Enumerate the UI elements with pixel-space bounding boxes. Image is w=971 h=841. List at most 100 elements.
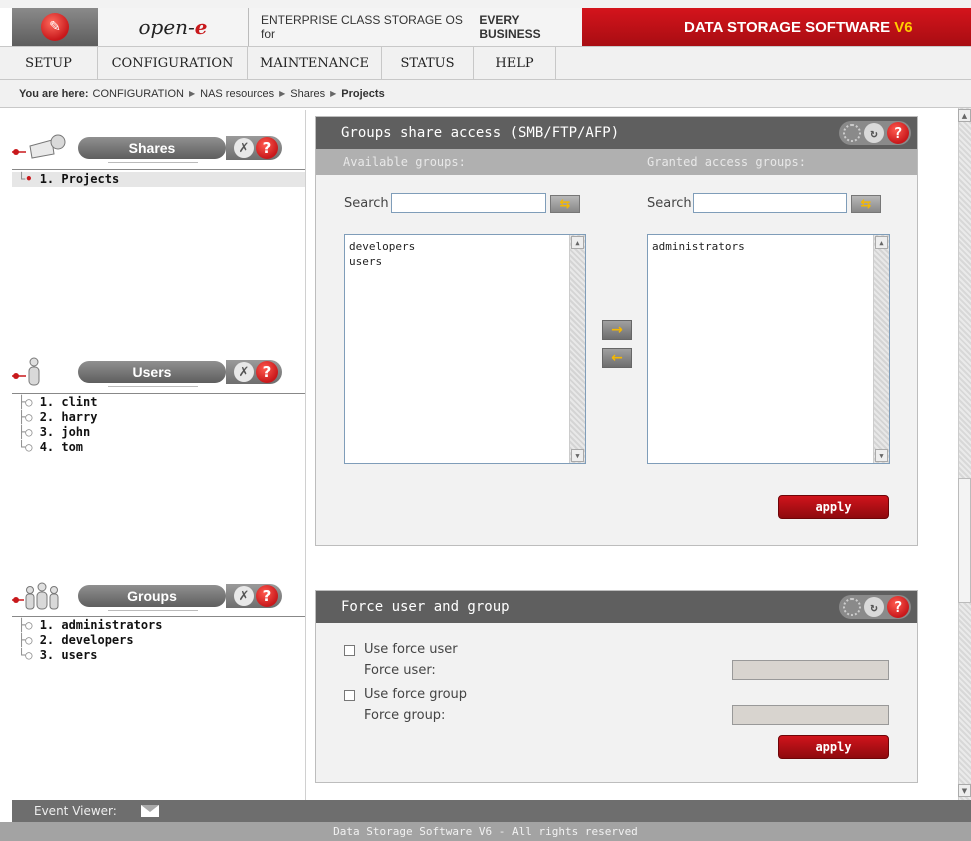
tree-divider	[12, 169, 305, 170]
groups-people-icon	[12, 582, 59, 610]
force-group-label: Force group:	[364, 708, 446, 723]
groups-share-access-panel: Groups share access (SMB/FTP/AFP) ↻ ? Av…	[315, 116, 918, 546]
apply-button[interactable]: apply	[778, 495, 889, 519]
event-viewer-bar: Event Viewer:	[12, 800, 971, 822]
force-group-input[interactable]	[732, 705, 889, 725]
use-force-group-checkbox[interactable]	[344, 690, 355, 701]
section-underline	[108, 610, 198, 611]
event-viewer-label: Event Viewer:	[34, 804, 117, 818]
breadcrumb-arrow-icon: ▶	[330, 89, 337, 98]
tree-item[interactable]: └• 1. Projects	[12, 172, 305, 187]
refresh-icon[interactable]: ↻	[864, 123, 884, 143]
nav-setup[interactable]: SETUP	[0, 47, 98, 79]
logo-box[interactable]: ✎	[12, 8, 98, 46]
app-logo-icon: ✎	[41, 13, 69, 41]
tree-item[interactable]: └○ 4. tom	[18, 440, 97, 455]
use-force-group-label: Use force group	[364, 687, 468, 702]
tree-item[interactable]: ├○ 2. harry	[18, 410, 97, 425]
apply-button[interactable]: apply	[778, 735, 889, 759]
nav-maintenance[interactable]: MAINTENANCE	[248, 47, 382, 79]
section-underline	[108, 386, 198, 387]
scroll-down-icon[interactable]: ▼	[571, 449, 584, 462]
list-item[interactable]: administrators	[648, 239, 889, 254]
brand-text: open-	[138, 15, 195, 39]
list-scrollbar[interactable]: ▲ ▼	[873, 235, 889, 463]
available-groups-label: Available groups:	[343, 155, 466, 169]
product-title: DATA STORAGE SOFTWARE V6	[582, 8, 971, 46]
granted-groups-list[interactable]: administrators ▲ ▼	[647, 234, 890, 464]
users-title: Users	[78, 361, 226, 383]
settings-icon[interactable]	[843, 124, 861, 142]
users-tree: ├○ 1. clint ├○ 2. harry ├○ 3. john └○ 4.…	[18, 395, 97, 455]
page-scrollbar-thumb[interactable]	[958, 478, 971, 603]
scroll-up-icon[interactable]: ▲	[571, 236, 584, 249]
tree-item[interactable]: ├○ 2. developers	[18, 633, 163, 648]
remove-group-arrow-button[interactable]: ←	[602, 348, 632, 368]
tree-item[interactable]: └○ 3. users	[18, 648, 163, 663]
force-user-label: Force user:	[364, 663, 436, 678]
scroll-down-icon[interactable]: ▼	[958, 784, 971, 797]
product-version: V6	[894, 18, 913, 36]
available-search-button[interactable]: ⇆	[550, 195, 580, 213]
wrench-icon[interactable]: ✗	[234, 362, 254, 382]
tree-item[interactable]: ├○ 1. clint	[18, 395, 97, 410]
use-force-user-checkbox[interactable]	[344, 645, 355, 656]
breadcrumb-item[interactable]: Shares	[290, 88, 325, 100]
refresh-icon[interactable]: ↻	[864, 597, 884, 617]
panel-title: Force user and group ↻ ?	[316, 591, 917, 623]
tree-item[interactable]: ├○ 3. john	[18, 425, 97, 440]
tagline-bold: EVERY BUSINESS	[479, 13, 541, 41]
breadcrumb-prefix: You are here:	[19, 87, 89, 100]
group-name: 3. users	[39, 648, 98, 662]
wrench-icon[interactable]: ✗	[234, 138, 254, 158]
help-icon[interactable]: ?	[256, 137, 278, 159]
tagline: ENTERPRISE CLASS STORAGE OS for EVERY BU…	[248, 8, 582, 46]
add-group-arrow-button[interactable]: →	[602, 320, 632, 340]
envelope-icon[interactable]	[140, 805, 159, 817]
shares-tree: └• 1. Projects	[12, 172, 305, 187]
users-tools: ✗ ?	[226, 360, 282, 384]
copyright-footer: Data Storage Software V6 - All rights re…	[0, 822, 971, 841]
nav-status[interactable]: STATUS	[382, 47, 474, 79]
available-groups-list[interactable]: developers users ▲ ▼	[344, 234, 586, 464]
top-strip	[0, 0, 971, 8]
panel-title-text: Force user and group	[341, 599, 510, 615]
nav-help[interactable]: HELP	[474, 47, 556, 79]
page-scrollbar[interactable]	[958, 108, 971, 800]
scroll-up-icon[interactable]: ▲	[958, 109, 971, 122]
share-name: 1. Projects	[39, 172, 120, 186]
shares-section-header: Shares ✗ ?	[12, 128, 305, 163]
user-name: 3. john	[39, 425, 91, 439]
scroll-up-icon[interactable]: ▲	[875, 236, 888, 249]
tree-item[interactable]: ├○ 1. administrators	[18, 618, 163, 633]
product-name: DATA STORAGE SOFTWARE	[684, 18, 891, 36]
nav-configuration[interactable]: CONFIGURATION	[98, 47, 248, 79]
breadcrumb-arrow-icon: ▶	[279, 89, 286, 98]
list-item[interactable]: users	[345, 254, 585, 269]
breadcrumb-item[interactable]: NAS resources	[200, 88, 274, 100]
granted-groups-label: Granted access groups:	[647, 155, 806, 169]
brand-logo: open-e	[98, 8, 248, 46]
granted-search-button[interactable]: ⇆	[851, 195, 881, 213]
wrench-icon[interactable]: ✗	[234, 586, 254, 606]
breadcrumb-arrow-icon: ▶	[188, 89, 196, 98]
list-scrollbar[interactable]: ▲ ▼	[569, 235, 585, 463]
panel-buttons: ↻ ?	[839, 121, 911, 145]
left-column-divider	[305, 110, 306, 800]
help-icon[interactable]: ?	[256, 585, 278, 607]
help-icon[interactable]: ?	[887, 122, 909, 144]
panel-buttons: ↻ ?	[839, 595, 911, 619]
breadcrumb-item[interactable]: CONFIGURATION	[93, 88, 184, 100]
user-name: 4. tom	[39, 440, 84, 454]
list-item[interactable]: developers	[345, 239, 585, 254]
panel-title: Groups share access (SMB/FTP/AFP) ↻ ?	[316, 117, 917, 149]
available-search-label: Search	[344, 196, 389, 211]
scroll-down-icon[interactable]: ▼	[875, 449, 888, 462]
available-search-input[interactable]	[391, 193, 546, 213]
help-icon[interactable]: ?	[887, 596, 909, 618]
settings-icon[interactable]	[843, 598, 861, 616]
panel-title-text: Groups share access (SMB/FTP/AFP)	[341, 125, 620, 141]
granted-search-input[interactable]	[693, 193, 847, 213]
force-user-input[interactable]	[732, 660, 889, 680]
help-icon[interactable]: ?	[256, 361, 278, 383]
